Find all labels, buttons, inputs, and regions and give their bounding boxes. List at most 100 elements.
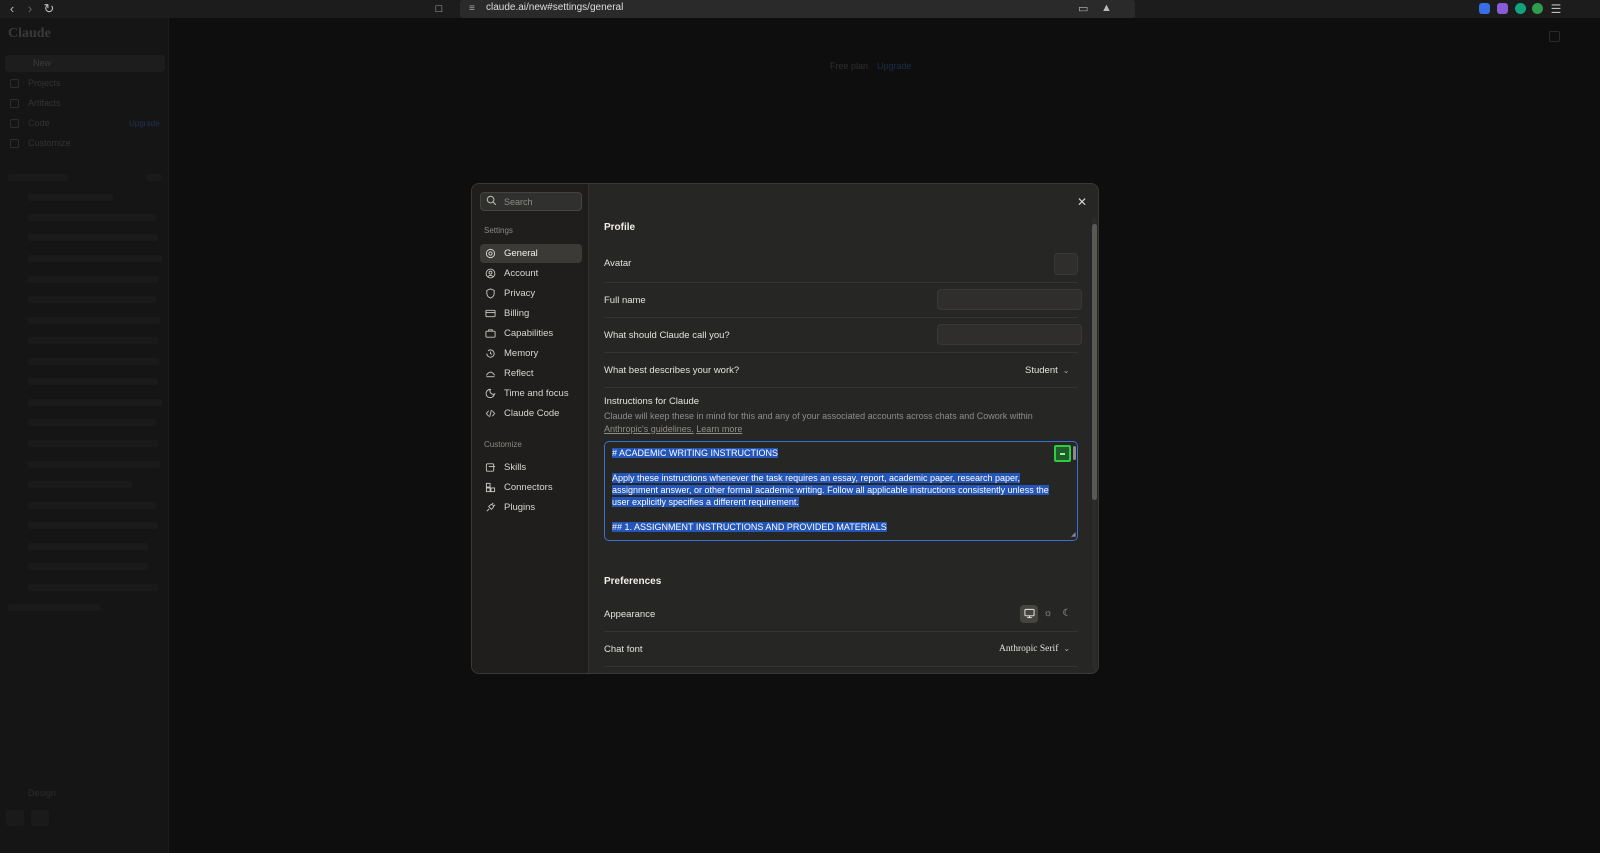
guidelines-link[interactable]: Anthropic's guidelines. <box>604 424 694 434</box>
reload-icon[interactable]: ↻ <box>41 1 57 17</box>
skeleton-line <box>8 604 100 611</box>
instructions-line: Apply these instructions whenever the ta… <box>612 472 1021 483</box>
divider <box>604 317 1078 318</box>
chevron-down-icon: ⌄ <box>1063 644 1071 653</box>
sidebar-item-label: General <box>504 248 538 259</box>
code-upgrade-link: Upgrade <box>129 119 160 128</box>
nav-code: Code <box>28 118 50 128</box>
sidebar-item-memory[interactable]: Memory <box>480 344 582 363</box>
plan-label: Free plan <box>830 61 869 71</box>
instructions-line: ## 1. ASSIGNMENT INSTRUCTIONS AND PROVID… <box>612 521 887 532</box>
divider <box>604 631 1078 632</box>
appearance-toggle: ☼ ☾ <box>1020 605 1078 623</box>
brave-shield-icon[interactable]: ▲ <box>1101 2 1112 14</box>
new-chat-button: New <box>5 55 165 72</box>
full-name-field[interactable] <box>937 289 1082 310</box>
settings-search[interactable] <box>480 192 582 211</box>
instructions-text[interactable]: # ACADEMIC WRITING INSTRUCTIONS Apply th… <box>612 447 1052 533</box>
sidebar-item-reflect[interactable]: Reflect <box>480 364 582 383</box>
modal-scrollbar[interactable] <box>1092 218 1097 671</box>
reflect-icon <box>485 371 496 378</box>
preferences-section-title: Preferences <box>604 576 662 587</box>
sun-icon[interactable]: ☼ <box>1039 605 1057 623</box>
credit-card-icon <box>485 309 496 318</box>
skeleton-line <box>28 563 148 570</box>
skeleton-line <box>28 419 156 426</box>
site-settings-icon[interactable]: ≡ <box>469 3 475 14</box>
chevron-down-icon: ⌄ <box>1062 366 1070 375</box>
instructions-line: user explicitly specifies a different re… <box>612 497 799 508</box>
customize-section-header: Customize <box>484 440 522 449</box>
skeleton-line <box>28 296 156 303</box>
skeleton-line <box>28 481 132 488</box>
plan-upgrade-link: Upgrade <box>877 61 912 71</box>
instructions-line: assignment answer, or other formal acade… <box>612 484 1049 495</box>
divider <box>604 352 1078 353</box>
address-bar[interactable]: ≡ claude.ai/new#settings/general ▭ ▲ <box>460 0 1135 18</box>
resize-handle-icon[interactable]: ◢ <box>1071 531 1076 538</box>
avatar-label: Avatar <box>604 258 632 269</box>
skeleton-line <box>28 234 158 241</box>
search-input[interactable] <box>504 196 579 208</box>
sidebar-item-skills[interactable]: Skills <box>480 458 582 477</box>
skeleton-avatar <box>31 810 49 826</box>
menu-icon[interactable]: ☰ <box>1548 1 1564 17</box>
textarea-scrollbar[interactable] <box>1073 446 1076 460</box>
chat-font-dropdown[interactable]: Anthropic Serif ⌄ <box>999 644 1070 654</box>
sidebar-item-claude-code[interactable]: Claude Code <box>480 404 582 423</box>
nickname-field[interactable] <box>937 324 1082 345</box>
app-sidebar: Claude New Projects Artifacts Code Upgra… <box>0 18 169 853</box>
sidebar-item-label: Plugins <box>504 502 536 513</box>
skeleton-line <box>28 502 156 509</box>
settings-section-header: Settings <box>484 226 513 235</box>
forward-icon[interactable]: › <box>22 1 38 17</box>
skeleton-line <box>28 522 158 529</box>
skills-icon <box>485 463 496 472</box>
extension-4-icon[interactable] <box>1532 3 1543 14</box>
learn-more-link[interactable]: Learn more <box>696 424 742 434</box>
cast-icon[interactable]: ▭ <box>1078 2 1088 15</box>
appearance-label: Appearance <box>604 609 656 620</box>
url-text[interactable]: claude.ai/new#settings/general <box>486 2 623 13</box>
sidebar-item-general[interactable]: General <box>480 244 582 263</box>
nav-projects: Projects <box>28 78 61 88</box>
connectors-icon <box>485 482 496 493</box>
projects-icon <box>10 79 19 88</box>
bookmark-icon[interactable]: □ <box>431 1 447 17</box>
settings-sidebar: Settings General Account Privacy Billing… <box>472 184 589 673</box>
sidebar-item-plugins[interactable]: Plugins <box>480 498 582 517</box>
sidebar-item-label: Connectors <box>504 482 553 493</box>
moon-icon[interactable]: ☾ <box>1058 605 1076 623</box>
extension-badge-icon[interactable] <box>1054 445 1071 462</box>
sidebar-item-connectors[interactable]: Connectors <box>480 478 582 497</box>
divider <box>604 387 1078 388</box>
instructions-textarea[interactable]: # ACADEMIC WRITING INSTRUCTIONS Apply th… <box>604 441 1078 541</box>
customize-icon <box>10 139 19 148</box>
sidebar-item-label: Account <box>504 268 539 279</box>
avatar[interactable] <box>1054 253 1078 275</box>
extension-3-icon[interactable] <box>1515 3 1526 14</box>
monitor-icon[interactable] <box>1020 605 1038 623</box>
work-label: What best describes your work? <box>604 365 740 376</box>
gear-icon <box>485 248 496 259</box>
claude-logo: Claude <box>8 26 51 41</box>
sidebar-item-label: Reflect <box>504 368 534 379</box>
work-dropdown[interactable]: Student ⌄ <box>1025 365 1069 376</box>
sidebar-item-account[interactable]: Account <box>480 264 582 283</box>
chat-font-label: Chat font <box>604 644 643 655</box>
profile-section-title: Profile <box>604 222 636 233</box>
scrollbar-thumb[interactable] <box>1092 224 1097 500</box>
divider <box>604 666 1078 667</box>
code-icon <box>10 119 19 128</box>
plug-icon <box>486 502 496 512</box>
sidebar-item-capabilities[interactable]: Capabilities <box>480 324 582 343</box>
back-icon[interactable]: ‹ <box>4 1 20 17</box>
sidebar-item-billing[interactable]: Billing <box>480 304 582 323</box>
sidebar-item-time-and-focus[interactable]: Time and focus <box>480 384 582 403</box>
divider <box>604 282 1078 283</box>
extension-2-icon[interactable] <box>1497 3 1508 14</box>
extension-1-icon[interactable] <box>1479 3 1490 14</box>
skeleton-line <box>28 214 156 221</box>
full-name-label: Full name <box>604 295 646 306</box>
sidebar-item-privacy[interactable]: Privacy <box>480 284 582 303</box>
